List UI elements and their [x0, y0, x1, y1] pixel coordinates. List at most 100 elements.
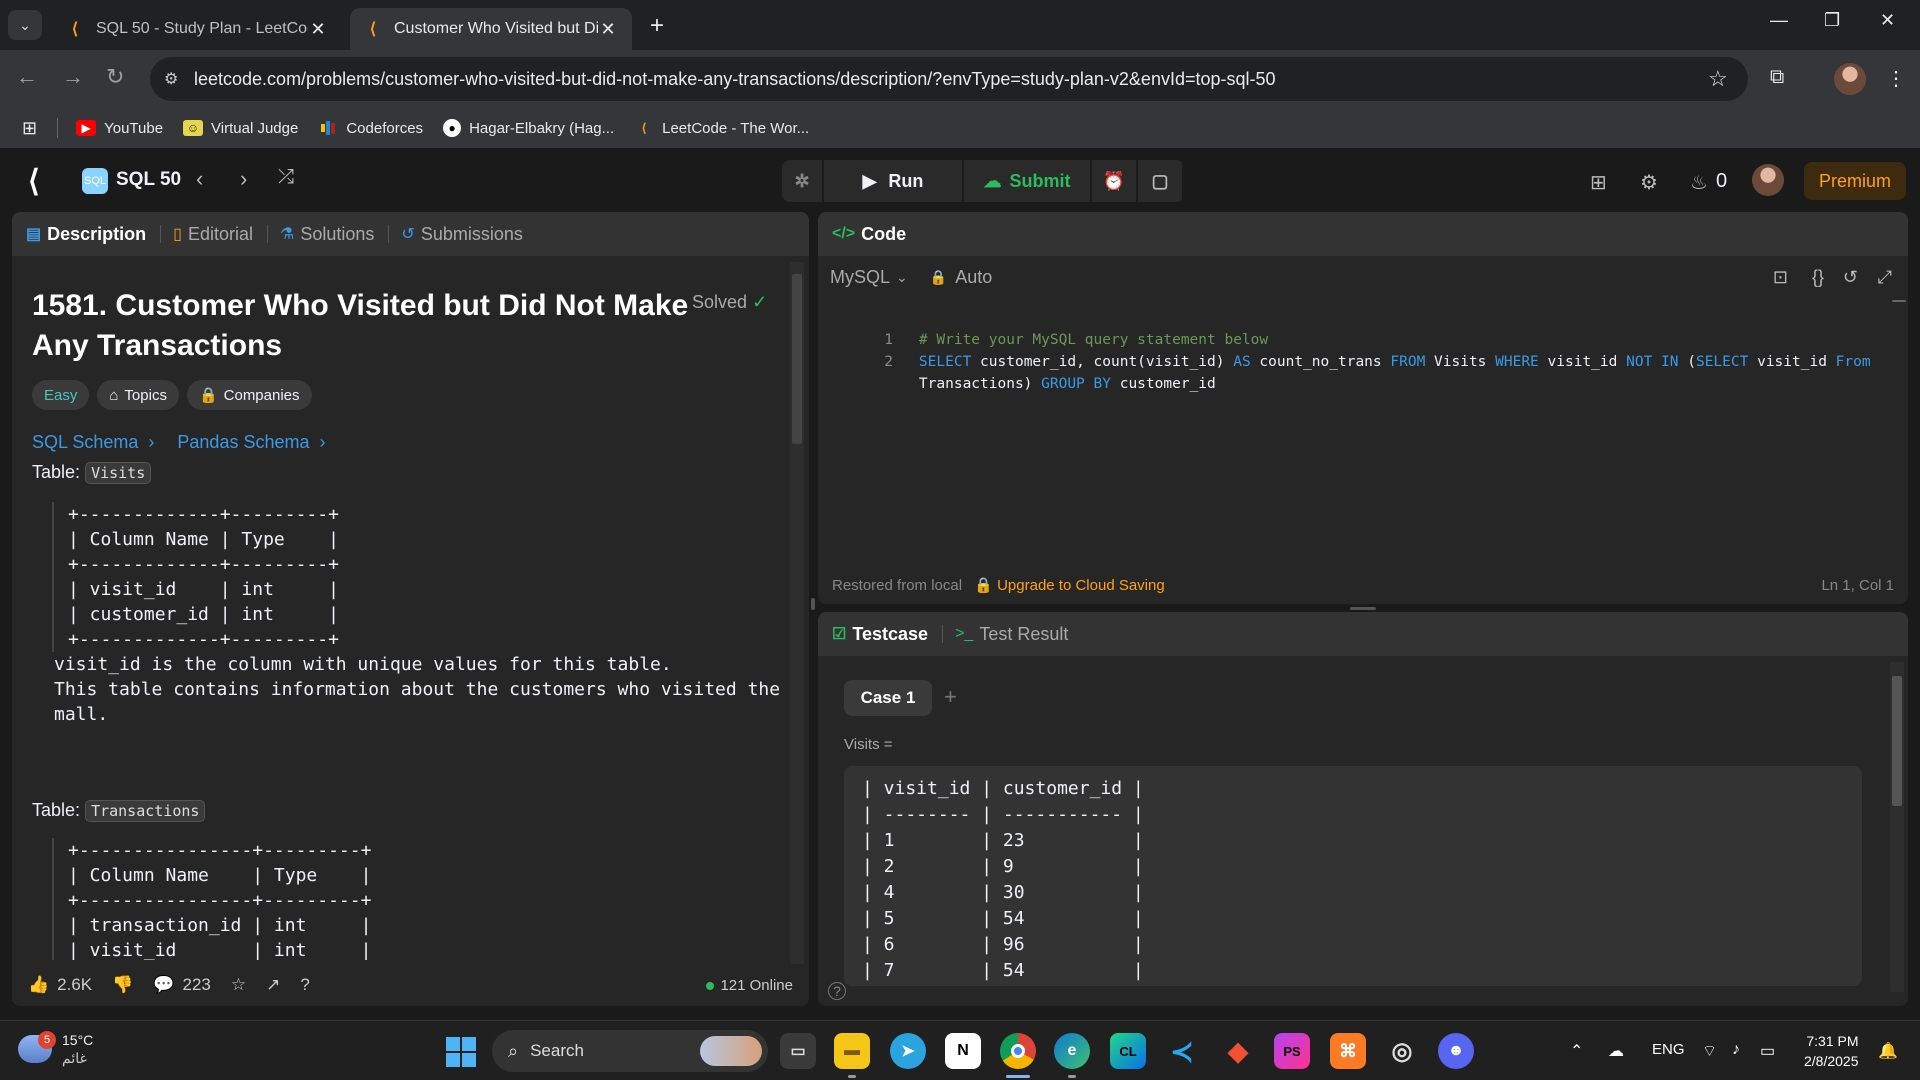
- bookmark-github[interactable]: ● Hagar-Elbakry (Hag...: [443, 119, 614, 137]
- chevron-down-icon[interactable]: ⌄: [896, 269, 908, 286]
- fullscreen-icon[interactable]: ⤢: [1878, 267, 1892, 288]
- weather-widget[interactable]: 5 15°C غائم: [18, 1031, 93, 1067]
- minimize-button[interactable]: —: [1770, 10, 1788, 31]
- tab-current-problem[interactable]: ⟨ Customer Who Visited but Did N ✕: [350, 8, 632, 50]
- tab-search-button[interactable]: ⌄: [8, 10, 42, 40]
- obs-icon[interactable]: ◎: [1384, 1033, 1420, 1069]
- bookmark-youtube[interactable]: ▶ YouTube: [76, 120, 163, 137]
- back-icon[interactable]: ←: [16, 64, 38, 90]
- comments-button[interactable]: 💬 223: [153, 975, 211, 995]
- bookmark-codeforces[interactable]: Codeforces: [318, 120, 423, 137]
- omnibox[interactable]: ⚙ leetcode.com/problems/customer-who-vis…: [150, 57, 1748, 101]
- xampp-icon[interactable]: ⌘: [1330, 1033, 1366, 1069]
- reload-icon[interactable]: ↻: [106, 64, 124, 90]
- next-problem-icon[interactable]: ›: [240, 166, 247, 192]
- difficulty-badge[interactable]: Easy: [32, 380, 90, 410]
- add-case-icon[interactable]: +: [944, 684, 957, 710]
- bookmark-leetcode[interactable]: ⟨ LeetCode - The Wor...: [634, 120, 809, 137]
- taskbar-search[interactable]: ⌕ Search: [492, 1030, 768, 1072]
- format-braces-icon[interactable]: {}: [1812, 267, 1824, 288]
- notes-icon[interactable]: ▢: [1138, 160, 1182, 202]
- run-button[interactable]: ▶ Run: [824, 160, 962, 202]
- bookmark-virtual-judge[interactable]: ☺ Virtual Judge: [183, 120, 298, 137]
- submit-button[interactable]: ☁ Submit: [964, 160, 1090, 202]
- onedrive-icon[interactable]: ☁: [1608, 1041, 1624, 1061]
- vscode-icon[interactable]: ≺: [1164, 1033, 1200, 1069]
- notion-icon[interactable]: N: [945, 1033, 981, 1069]
- new-tab-button[interactable]: +: [650, 12, 664, 40]
- companies-tag[interactable]: 🔒 Companies: [186, 380, 312, 410]
- share-button[interactable]: ↗: [266, 975, 280, 995]
- tab-sql50[interactable]: ⟨ SQL 50 - Study Plan - LeetCode ✕: [52, 8, 342, 50]
- description-scrollbar-thumb[interactable]: [792, 274, 802, 444]
- favorite-button[interactable]: ☆: [231, 975, 246, 995]
- telegram-icon[interactable]: ➤: [890, 1033, 926, 1069]
- testcase-input-box[interactable]: | visit_id | customer_id | | -------- | …: [844, 766, 1862, 986]
- windows-start-icon[interactable]: [446, 1037, 476, 1067]
- tab-testcase[interactable]: ☑ Testcase: [832, 624, 928, 645]
- prev-problem-icon[interactable]: ‹: [196, 166, 203, 192]
- tab-description[interactable]: ▤ Description: [26, 224, 146, 245]
- volume-icon[interactable]: ♪: [1732, 1041, 1740, 1059]
- restore-button[interactable]: ❐: [1824, 10, 1840, 31]
- topics-tag[interactable]: ⌂ Topics: [97, 380, 179, 410]
- chrome-icon[interactable]: [1000, 1033, 1036, 1069]
- tab-editorial[interactable]: ▯ Editorial: [173, 224, 253, 245]
- git-icon[interactable]: ◆: [1220, 1033, 1256, 1069]
- settings-gear-icon[interactable]: ⚙: [1640, 170, 1658, 195]
- system-clock[interactable]: 7:31 PM 2/8/2025: [1804, 1031, 1859, 1071]
- leetcode-logo-icon[interactable]: ⟨: [28, 164, 40, 199]
- horizontal-resize-handle[interactable]: [1350, 607, 1376, 610]
- close-window-button[interactable]: ✕: [1880, 10, 1895, 31]
- help-icon[interactable]: ?: [828, 982, 846, 1000]
- clion-icon[interactable]: CL: [1110, 1033, 1146, 1069]
- study-plan-title[interactable]: SQL 50: [116, 169, 181, 191]
- layout-grid-icon[interactable]: ⊞: [1590, 170, 1607, 195]
- bookmark-star-icon[interactable]: ☆: [1708, 66, 1748, 92]
- upgrade-cloud-link[interactable]: Upgrade to Cloud Saving: [997, 577, 1165, 594]
- pandas-schema-link[interactable]: Pandas Schema: [177, 432, 309, 452]
- close-tab-icon[interactable]: ✕: [308, 19, 328, 40]
- sql-schema-link[interactable]: SQL Schema: [32, 432, 138, 452]
- phpstorm-icon[interactable]: PS: [1274, 1033, 1310, 1069]
- run-label: Run: [888, 170, 924, 191]
- tab-solutions[interactable]: ⚗ Solutions: [280, 224, 374, 245]
- user-avatar[interactable]: [1752, 164, 1784, 196]
- tab-test-result[interactable]: >_ Test Result: [955, 624, 1068, 645]
- chrome-menu-icon[interactable]: ⋮: [1886, 66, 1906, 91]
- help-button[interactable]: ?: [300, 975, 309, 995]
- testcase-input-text[interactable]: | visit_id | customer_id | | -------- | …: [862, 776, 1144, 984]
- dislike-button[interactable]: 👎: [112, 975, 133, 995]
- site-info-icon[interactable]: ⚙: [164, 69, 194, 89]
- vertical-resize-handle[interactable]: [811, 598, 815, 610]
- reset-icon[interactable]: ↺: [1843, 267, 1858, 288]
- premium-button[interactable]: Premium: [1804, 162, 1906, 200]
- auto-mode-label[interactable]: Auto: [955, 267, 992, 288]
- input-language[interactable]: ENG: [1652, 1041, 1685, 1058]
- tab-submissions[interactable]: ↺ Submissions: [401, 224, 522, 245]
- language-select[interactable]: MySQL: [830, 267, 890, 288]
- timer-icon[interactable]: ⏰: [1092, 160, 1136, 202]
- task-view-icon[interactable]: ▭: [780, 1033, 816, 1069]
- profile-avatar[interactable]: [1834, 63, 1866, 95]
- url-text[interactable]: leetcode.com/problems/customer-who-visit…: [194, 69, 1708, 90]
- close-tab-icon[interactable]: ✕: [598, 19, 618, 40]
- shuffle-icon[interactable]: ⤮: [278, 166, 294, 189]
- wifi-icon[interactable]: ⌔: [1702, 1041, 1717, 1061]
- forward-icon[interactable]: →: [62, 64, 84, 90]
- bookmark-icon[interactable]: ⊡: [1773, 267, 1788, 288]
- discord-icon[interactable]: ☻: [1438, 1033, 1474, 1069]
- code-line-2-wrap[interactable]: Transactions) GROUP BY customer_id: [818, 351, 1878, 417]
- extensions-icon[interactable]: ⧉: [1770, 66, 1784, 89]
- battery-icon[interactable]: ▭: [1760, 1041, 1775, 1061]
- like-button[interactable]: 👍 2.6K: [28, 975, 92, 995]
- notification-bell-icon[interactable]: 🔔: [1878, 1041, 1898, 1061]
- tray-overflow-icon[interactable]: ⌃: [1570, 1041, 1583, 1061]
- streak-fire-icon[interactable]: ♨: [1690, 170, 1708, 195]
- case-1-button[interactable]: Case 1: [844, 680, 932, 716]
- apps-grid-icon[interactable]: ⊞: [22, 118, 37, 139]
- testcase-scrollbar-thumb[interactable]: [1892, 676, 1902, 806]
- edge-icon[interactable]: e: [1054, 1033, 1090, 1069]
- debug-icon[interactable]: ✲: [782, 160, 822, 202]
- file-explorer-icon[interactable]: ▬: [834, 1033, 870, 1069]
